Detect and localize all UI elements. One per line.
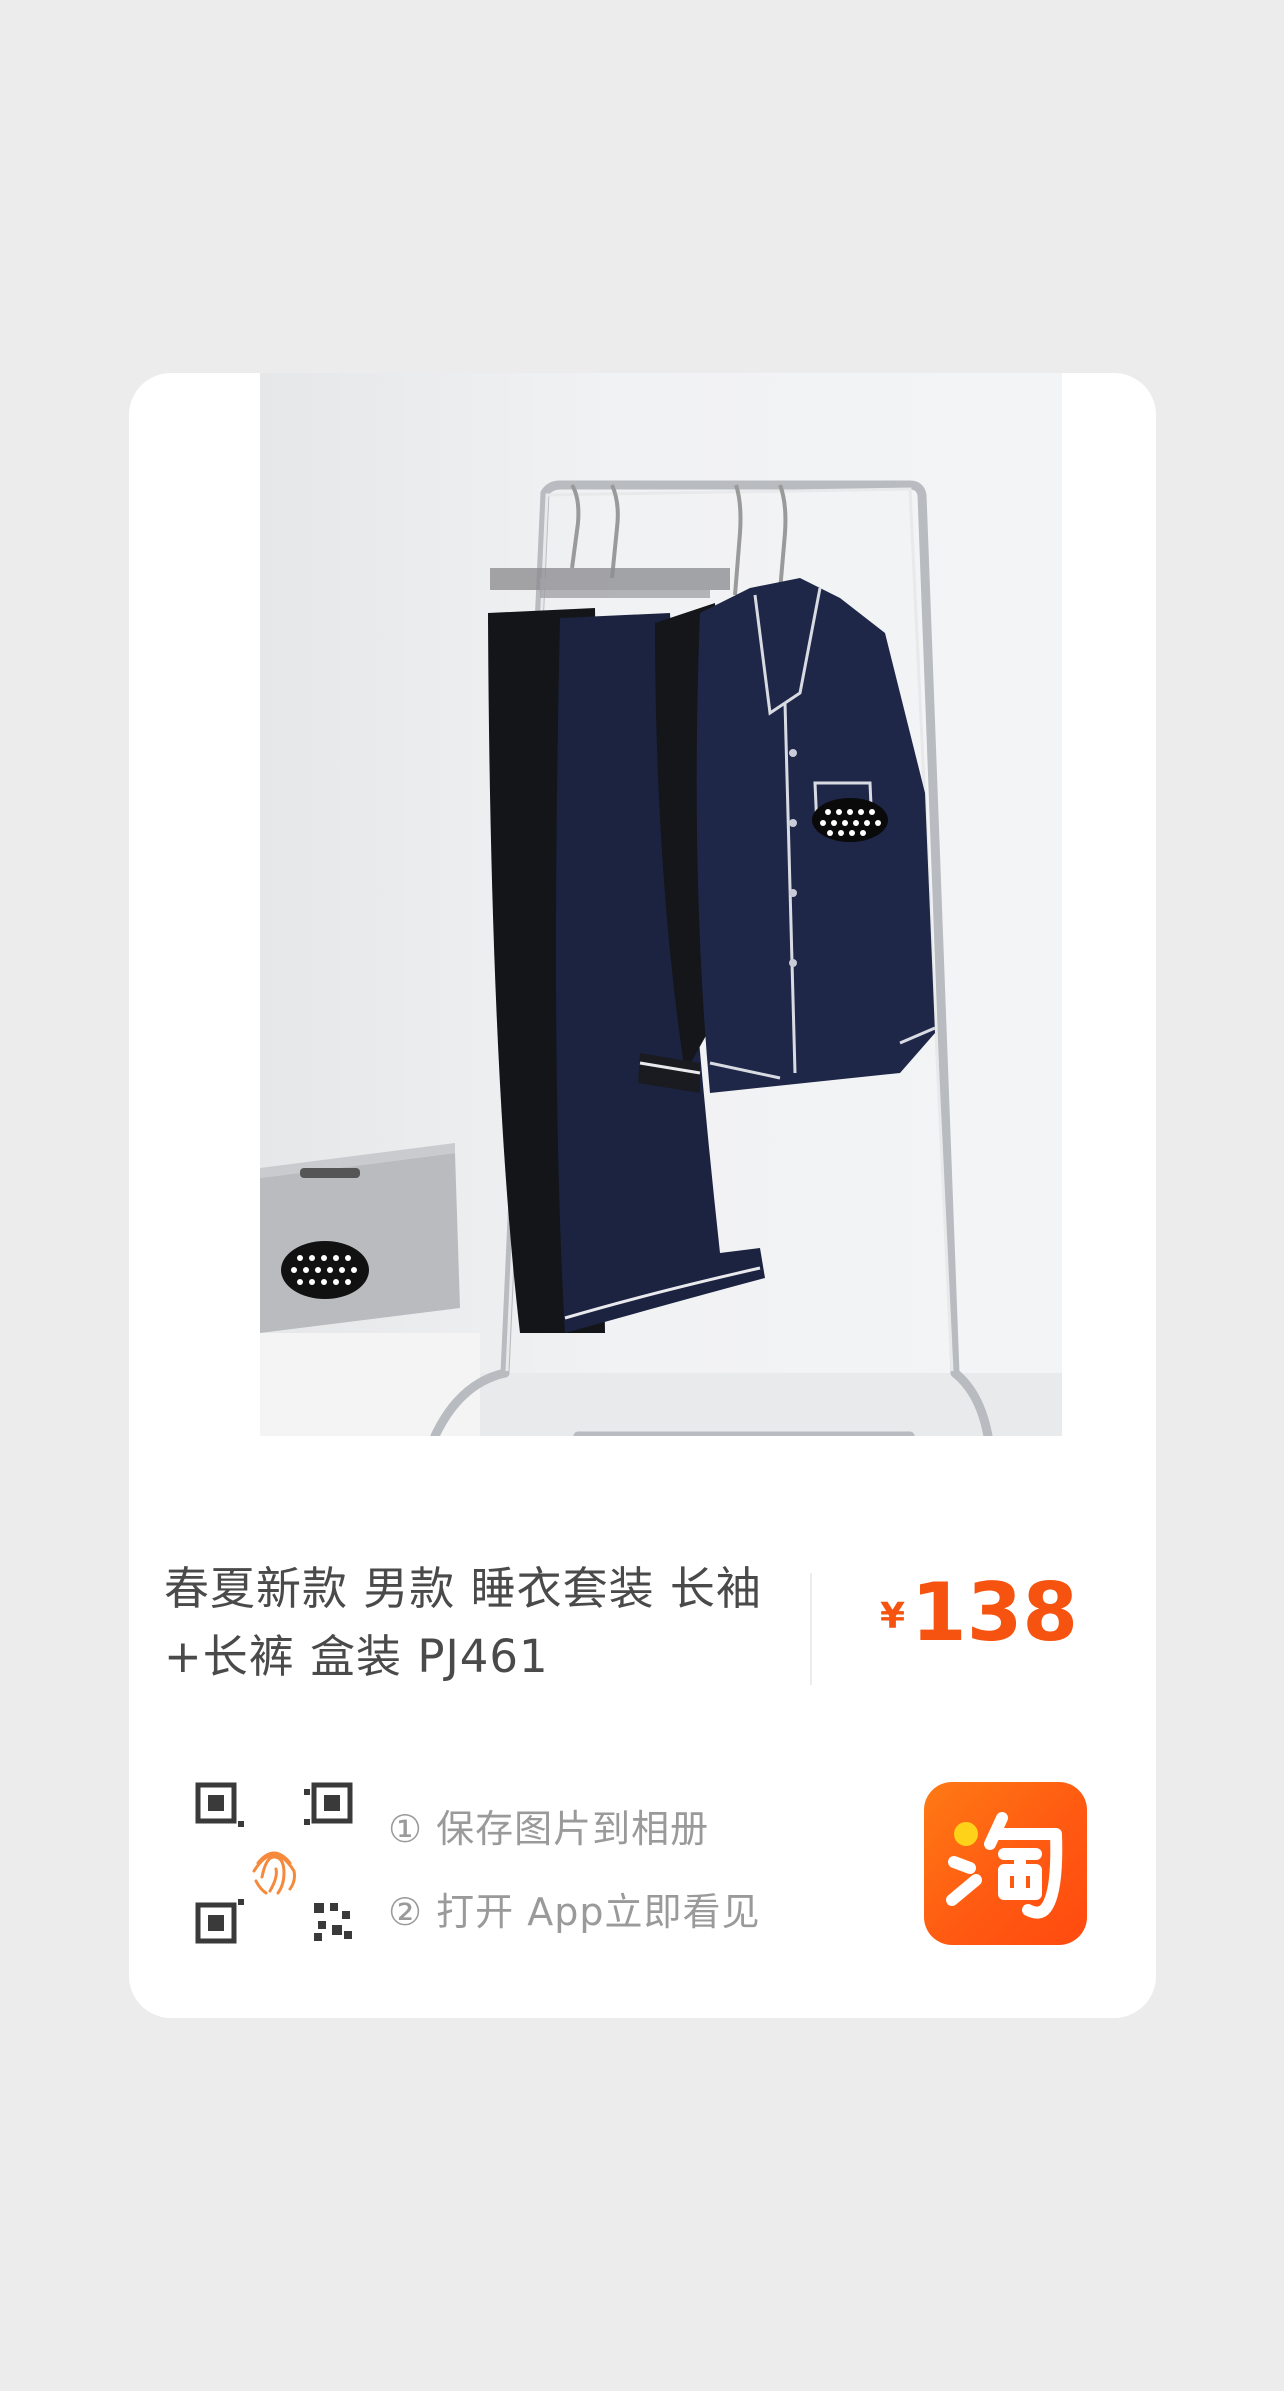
product-image[interactable] [260,373,1062,1436]
price-currency: ¥ [879,1596,906,1637]
taobao-logo-icon[interactable] [924,1782,1087,1945]
product-price: ¥138 [834,1566,1124,1659]
instruction-save-image: ① 保存图片到相册 [388,1807,710,1851]
product-share-card: 春夏新款 男款 睡衣套装 长袖+长裤 盒装 PJ461 ¥138 ① 保存图片到… [129,373,1156,2018]
qr-code-fingerprint-icon [194,1781,354,1945]
instruction-open-app: ② 打开 App立即看见 [388,1890,761,1934]
divider [810,1573,812,1685]
product-title: 春夏新款 男款 睡衣套装 长袖+长裤 盒装 PJ461 [164,1562,762,1683]
price-amount: 138 [911,1566,1079,1659]
